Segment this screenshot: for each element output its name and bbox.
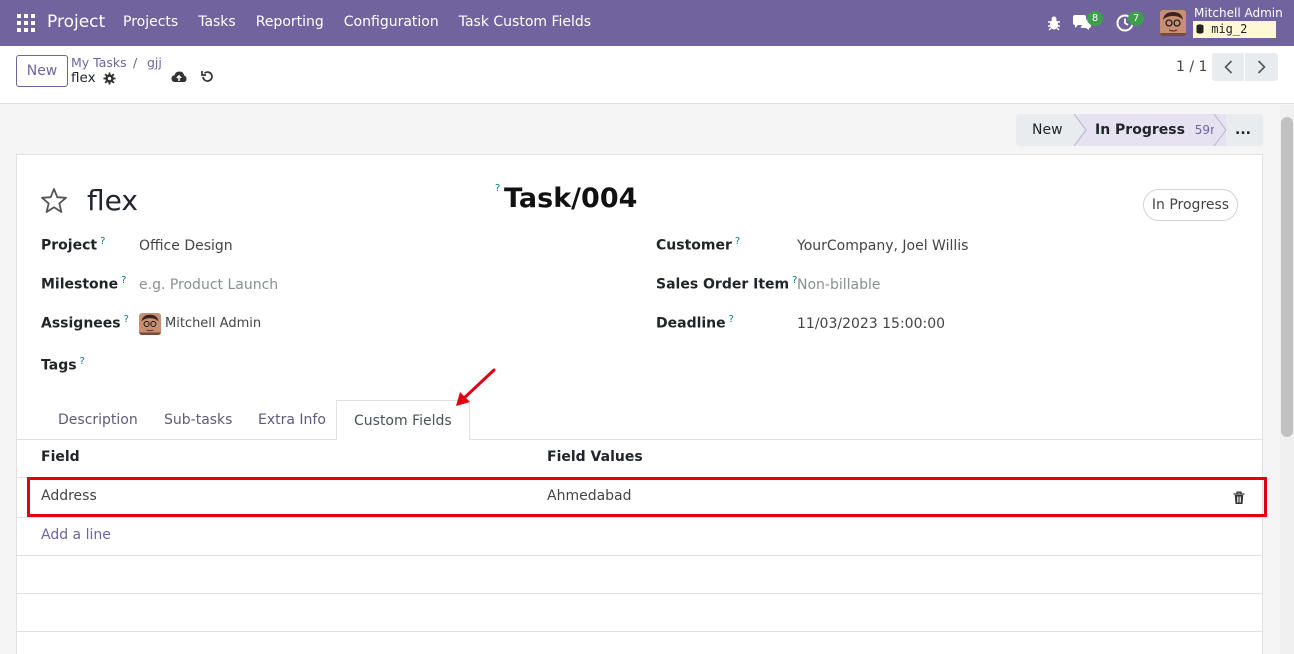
record-name: flex xyxy=(71,70,96,86)
table-divider xyxy=(17,593,1262,594)
scrollbar-thumb[interactable] xyxy=(1281,117,1293,437)
menu-reporting[interactable]: Reporting xyxy=(246,14,334,30)
pager-value[interactable]: 1 / 1 xyxy=(1176,59,1207,75)
assignees-label: Assignees? xyxy=(41,314,129,332)
breadcrumb-gjj[interactable]: gjj xyxy=(147,55,162,70)
discard-undo-icon[interactable] xyxy=(200,70,214,84)
tab-sub-tasks[interactable]: Sub-tasks xyxy=(147,400,249,440)
column-header-field-values[interactable]: Field Values xyxy=(547,449,643,465)
task-reference: Task/004 xyxy=(504,183,638,214)
tags-label: Tags? xyxy=(41,356,85,374)
table-divider xyxy=(17,555,1262,556)
breadcrumb-separator: / xyxy=(133,55,138,70)
bug-icon[interactable] xyxy=(1045,14,1063,32)
menu-tasks[interactable]: Tasks xyxy=(188,14,246,30)
apps-grid-icon[interactable] xyxy=(17,14,35,32)
table-divider xyxy=(17,631,1262,632)
gear-icon[interactable] xyxy=(103,72,116,85)
milestone-field[interactable]: e.g. Product Launch xyxy=(139,277,278,293)
cloud-upload-icon[interactable] xyxy=(171,70,187,84)
customer-label: Customer? xyxy=(656,236,741,254)
menu-projects[interactable]: Projects xyxy=(113,14,188,30)
chevron-left-icon xyxy=(1223,60,1232,74)
chat-count-badge: 8 xyxy=(1087,11,1103,26)
project-field[interactable]: Office Design xyxy=(139,238,233,254)
stage-arrows xyxy=(1072,114,1227,146)
assignees-field[interactable]: Mitchell Admin xyxy=(165,316,261,331)
project-label: Project? xyxy=(41,236,106,254)
tab-extra-info[interactable]: Extra Info xyxy=(241,400,343,440)
breadcrumb-my-tasks[interactable]: My Tasks xyxy=(71,55,127,70)
customer-field[interactable]: YourCompany, Joel Willis xyxy=(797,238,968,254)
user-name[interactable]: Mitchell Admin xyxy=(1194,6,1283,20)
task-state-button[interactable]: In Progress xyxy=(1143,189,1238,221)
database-name: mig_2 xyxy=(1211,22,1248,36)
sales-order-item-label: Sales Order Item? xyxy=(656,275,798,293)
help-tooltip-marker[interactable]: ? xyxy=(495,183,500,194)
new-button[interactable]: New xyxy=(16,55,68,87)
assignee-avatar xyxy=(139,313,161,335)
sales-order-item-field[interactable]: Non-billable xyxy=(797,277,881,293)
deadline-label: Deadline? xyxy=(656,314,734,332)
pager-buttons xyxy=(1212,53,1278,81)
column-header-field[interactable]: Field xyxy=(41,449,80,465)
deadline-field[interactable]: 11/03/2023 15:00:00 xyxy=(797,316,945,332)
activity-count-badge: 7 xyxy=(1128,11,1144,26)
pager-previous-button[interactable] xyxy=(1212,53,1245,81)
app-name[interactable]: Project xyxy=(47,12,105,32)
highlight-box xyxy=(27,477,1267,517)
tab-custom-fields[interactable]: Custom Fields xyxy=(336,400,470,441)
add-a-line-link[interactable]: Add a line xyxy=(41,527,111,543)
main-menu: Projects Tasks Reporting Configuration T… xyxy=(113,14,601,30)
notebook-tabs: Description Sub-tasks Extra Info Custom … xyxy=(17,400,1262,441)
database-icon xyxy=(1196,24,1204,34)
menu-configuration[interactable]: Configuration xyxy=(334,14,449,30)
database-badge: mig_2 xyxy=(1193,21,1276,38)
tab-description[interactable]: Description xyxy=(41,400,155,440)
annotation-arrow-icon xyxy=(456,368,496,406)
user-avatar[interactable] xyxy=(1160,10,1186,36)
milestone-label: Milestone? xyxy=(41,275,127,293)
control-panel: New My Tasks / gjj flex 1 / 1 xyxy=(0,46,1294,104)
task-name-field[interactable]: flex xyxy=(87,184,138,217)
stage-statusbar: New ... In Progress 59m xyxy=(1016,114,1263,146)
top-navbar: Project Projects Tasks Reporting Configu… xyxy=(0,0,1294,46)
pager-next-button[interactable] xyxy=(1245,53,1278,81)
star-icon[interactable] xyxy=(40,187,68,215)
chevron-right-icon xyxy=(1257,60,1266,74)
menu-task-custom-fields[interactable]: Task Custom Fields xyxy=(449,14,601,30)
table-divider xyxy=(17,517,1262,518)
